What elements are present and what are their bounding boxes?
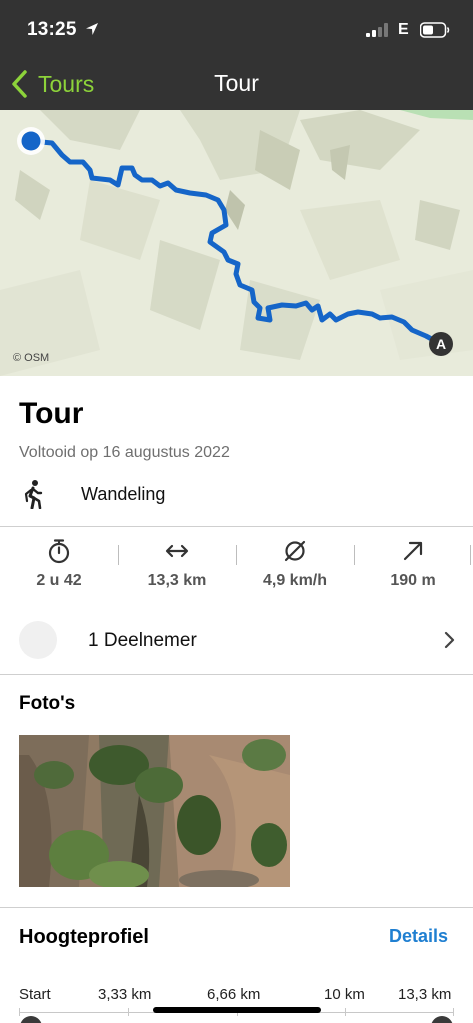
details-link[interactable]: Details xyxy=(389,926,448,947)
axis-label-start: Start xyxy=(19,986,51,1003)
end-marker-label: A xyxy=(435,336,447,352)
hiking-icon xyxy=(24,480,43,509)
signal-icon xyxy=(366,23,388,37)
stat-distance: 13,3 km xyxy=(118,538,236,598)
home-indicator[interactable] xyxy=(153,1007,321,1013)
elevation-end-handle[interactable] xyxy=(431,1016,453,1023)
chevron-right-icon xyxy=(444,631,455,649)
stat-speed-value: 4,9 km/h xyxy=(262,572,328,589)
stat-distance-value: 13,3 km xyxy=(147,572,207,589)
divider xyxy=(0,526,473,527)
participants-label: 1 Deelnemer xyxy=(88,630,197,651)
completed-date: Voltooid op 16 augustus 2022 xyxy=(19,444,230,461)
photo-image xyxy=(19,735,290,887)
stat-separator xyxy=(470,545,471,565)
distance-icon xyxy=(165,544,189,558)
participants-row[interactable]: 1 Deelnemer xyxy=(0,613,473,669)
battery-icon xyxy=(420,22,450,38)
axis-tick xyxy=(453,1008,454,1016)
photo-thumbnail[interactable] xyxy=(19,735,290,887)
location-arrow-icon xyxy=(86,23,98,35)
activity-type: Wandeling xyxy=(81,484,166,504)
stopwatch-icon xyxy=(48,539,70,564)
stat-ascent: 190 m xyxy=(354,538,472,598)
axis-tick xyxy=(345,1008,346,1016)
average-speed-icon xyxy=(284,540,306,562)
route-map[interactable]: A © OSM xyxy=(0,110,473,376)
map-attribution[interactable]: © OSM xyxy=(13,352,49,364)
elevation-start-handle[interactable] xyxy=(20,1016,42,1023)
ascent-icon xyxy=(403,541,423,561)
stat-duration: 2 u 42 xyxy=(0,538,118,598)
status-time: 13:25 xyxy=(27,19,77,40)
axis-label: 3,33 km xyxy=(98,986,152,1003)
axis-label: 6,66 km xyxy=(207,986,261,1003)
terrain-map xyxy=(0,110,473,376)
stat-duration-value: 2 u 42 xyxy=(36,572,82,589)
elevation-heading: Hoogteprofiel xyxy=(19,926,149,948)
divider xyxy=(0,907,473,908)
axis-label-end: 13,3 km xyxy=(398,986,452,1003)
axis-tick xyxy=(19,1008,20,1016)
photos-heading: Foto's xyxy=(19,693,76,714)
axis-tick xyxy=(128,1008,129,1016)
divider xyxy=(0,674,473,675)
navigation-bar: Tours Tour xyxy=(0,58,473,110)
tour-title: Tour xyxy=(19,397,84,430)
stat-speed: 4,9 km/h xyxy=(236,538,354,598)
avatar xyxy=(19,621,57,659)
stat-ascent-value: 190 m xyxy=(390,572,436,589)
page-title: Tour xyxy=(214,70,259,96)
axis-label: 10 km xyxy=(324,986,365,1003)
status-bar: 13:25 E xyxy=(0,0,473,58)
network-type: E xyxy=(398,21,409,38)
